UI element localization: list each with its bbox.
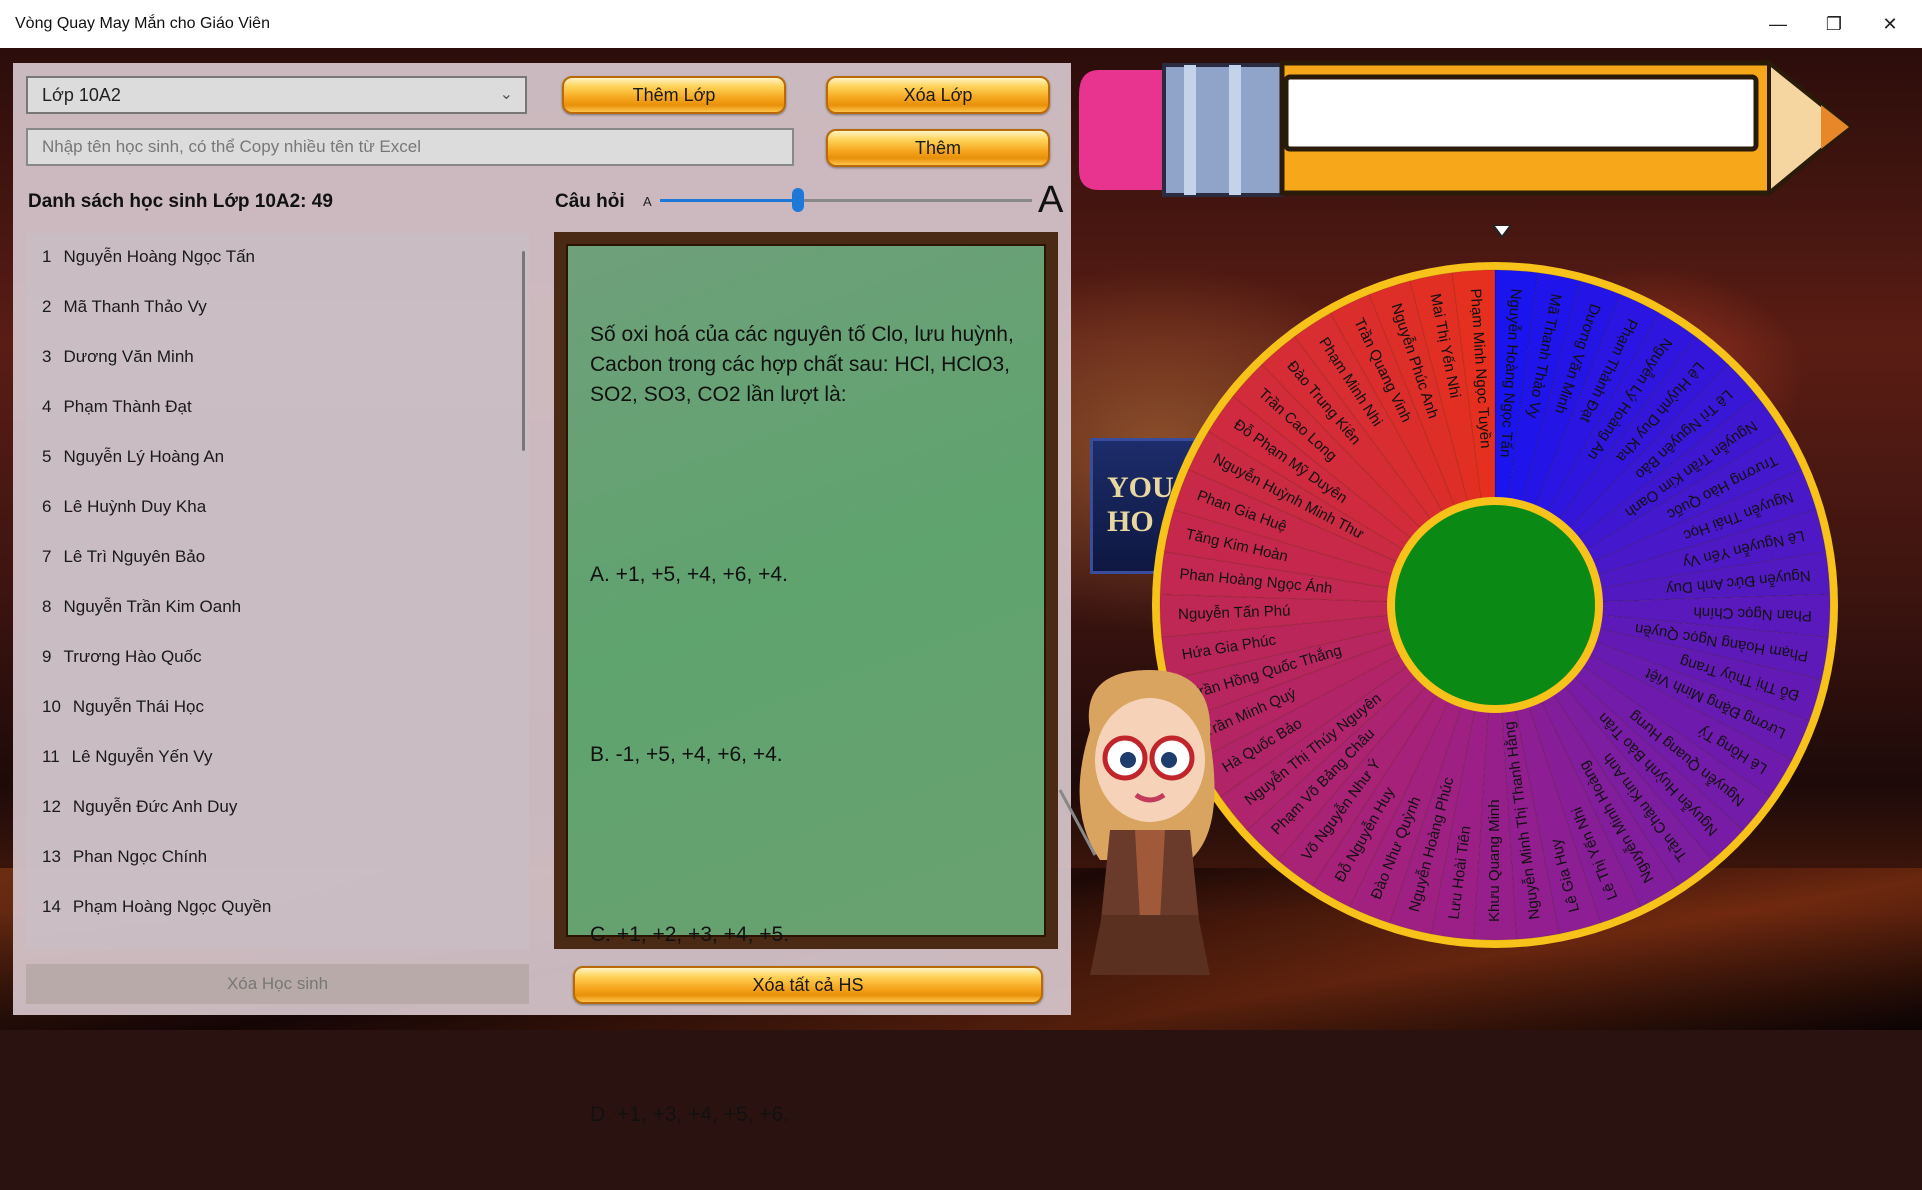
class-select-value: Lớp 10A2 [42,84,121,105]
wheel-slices: Nguyễn Hoàng Ngọc Tấn Mã Thanh Thảo VyDươ… [1152,262,1838,948]
question-board: Số oxi hoá của các nguyên tố Clo, lưu hu… [554,232,1058,1126]
student-name: Phạm Hoàng Ngọc Quyền [72,897,272,916]
student-number: 8 [42,597,52,616]
student-name: Mã Thanh Thảo Vy [63,297,207,316]
question-content: Số oxi hoá của các nguyên tố Clo, lưu hu… [590,260,1045,1190]
student-list-item[interactable]: 4 Phạm Thành Đạt [42,397,192,417]
student-name: Lê Trì Nguyên Bảo [63,547,206,566]
student-list-item[interactable]: 14 Phạm Hoàng Ngọc Quyền [42,897,271,917]
pencil-ferrule-band [1229,65,1241,195]
student-number: 7 [42,547,52,566]
student-number: 11 [42,747,60,766]
pencil-ferrule-band [1184,65,1196,195]
student-name: Lê Nguyễn Yến Vy [71,747,213,766]
student-number: 13 [42,847,61,866]
student-name: Phạm Thành Đạt [63,397,192,416]
student-name: Nguyễn Lý Hoàng An [63,447,225,466]
pencil-eraser [1079,70,1164,190]
student-list-item[interactable]: 5 Nguyễn Lý Hoàng An [42,447,224,467]
student-number: 3 [42,347,52,366]
font-size-small-label: A [643,194,652,209]
wheel-name-label: Khưu Quang Minh [1486,799,1503,922]
wheel-pointer-icon [1491,225,1513,239]
teacher-eye-left [1120,752,1136,768]
chevron-down-icon: ⌄ [499,86,513,103]
delete-class-button[interactable]: Xóa Lớp [826,76,1050,114]
question-option-b: B. -1, +5, +4, +6, +4. [590,743,783,766]
question-option-a: A. +1, +5, +4, +6, +4. [590,563,788,586]
question-option-d: D. +1, +3, +4, +5, +6. [590,1103,790,1126]
close-button[interactable]: ✕ [1862,0,1918,48]
pencil-ferrule [1162,63,1284,197]
teacher-character [1058,670,1215,975]
student-name: Phan Ngọc Chính [72,847,208,866]
delete-student-button[interactable]: Xóa Học sinh [26,964,529,1004]
student-list-item[interactable]: 8 Nguyễn Trần Kim Oanh [42,597,241,617]
student-number: 10 [42,697,61,716]
slider-thumb[interactable] [791,188,804,212]
class-select[interactable]: Lớp 10A2 ⌄ [26,76,527,114]
student-list-item[interactable]: 1 Nguyễn Hoàng Ngọc Tấn [42,247,255,267]
wheel-name-label: Nguyễn Tấn Phú [1178,603,1291,624]
restore-button[interactable]: ❐ [1806,0,1862,48]
student-list-heading: Danh sách học sinh Lớp 10A2: 49 [28,191,333,212]
delete-all-students-button[interactable]: Xóa tất cả HS [573,966,1043,1004]
student-list-item[interactable]: 9 Trương Hào Quốc [42,647,202,667]
teacher-shirt [1135,830,1165,920]
student-name: Lê Huỳnh Duy Kha [63,497,207,516]
window-title: Vòng Quay May Mắn cho Giáo Viên [15,15,270,32]
student-list-item[interactable]: 10 Nguyễn Thái Học [42,697,204,717]
student-number: 14 [42,897,61,916]
student-name-input[interactable]: Nhập tên học sinh, có thể Copy nhiều tên… [26,128,794,166]
question-option-c: C. +1, +2, +3, +4, +5. [590,923,790,946]
slider-fill [660,199,798,202]
student-number: 12 [42,797,61,816]
student-number: 6 [42,497,52,516]
lucky-wheel[interactable]: Nguyễn Hoàng Ngọc Tấn Mã Thanh Thảo VyDươ… [1145,225,1845,955]
student-list-item[interactable]: 12 Nguyễn Đức Anh Duy [42,797,237,817]
student-number: 2 [42,297,52,316]
font-size-slider[interactable] [660,188,1032,212]
student-name: Nguyễn Đức Anh Duy [72,797,238,816]
minimize-button[interactable]: — [1750,0,1806,48]
student-name: Nguyễn Hoàng Ngọc Tấn [63,247,256,266]
student-list-item[interactable]: 13 Phan Ngọc Chính [42,847,207,867]
title-bar: Vòng Quay May Mắn cho Giáo Viên — ❐ ✕ [0,0,1922,49]
student-list-item[interactable]: 7 Lê Trì Nguyên Bảo [42,547,205,567]
student-number: 1 [42,247,52,266]
student-name: Trương Hào Quốc [63,647,202,666]
student-number: 4 [42,397,52,416]
student-list-item[interactable]: 2 Mã Thanh Thảo Vy [42,297,207,317]
student-list-item[interactable]: 3 Dương Văn Minh [42,347,194,367]
student-name: Nguyễn Thái Học [72,697,204,716]
teacher-eye-right [1161,752,1177,768]
student-name: Nguyễn Trần Kim Oanh [63,597,242,616]
selected-name-box [1283,74,1759,152]
student-list-item[interactable]: 11 Lê Nguyễn Yến Vy [42,747,212,767]
teacher-skirt [1090,915,1210,975]
add-class-button[interactable]: Thêm Lớp [562,76,786,114]
wheel-spin-button[interactable] [1395,505,1595,705]
student-number: 5 [42,447,52,466]
list-scrollbar[interactable] [522,251,525,451]
student-name: Dương Văn Minh [63,347,194,366]
question-text: Số oxi hoá của các nguyên tố Clo, lưu hu… [590,323,1020,406]
student-list-item[interactable]: 6 Lê Huỳnh Duy Kha [42,497,206,517]
question-heading: Câu hỏi [555,191,625,212]
add-student-button[interactable]: Thêm [826,129,1050,167]
pencil-lead [1821,105,1849,149]
pencil-name-display [1079,58,1853,198]
student-number: 9 [42,647,52,666]
font-size-large-label: A [1038,179,1064,221]
student-list[interactable]: 1 Nguyễn Hoàng Ngọc Tấn 2 Mã Thanh Thảo Vy 3… [26,233,529,949]
